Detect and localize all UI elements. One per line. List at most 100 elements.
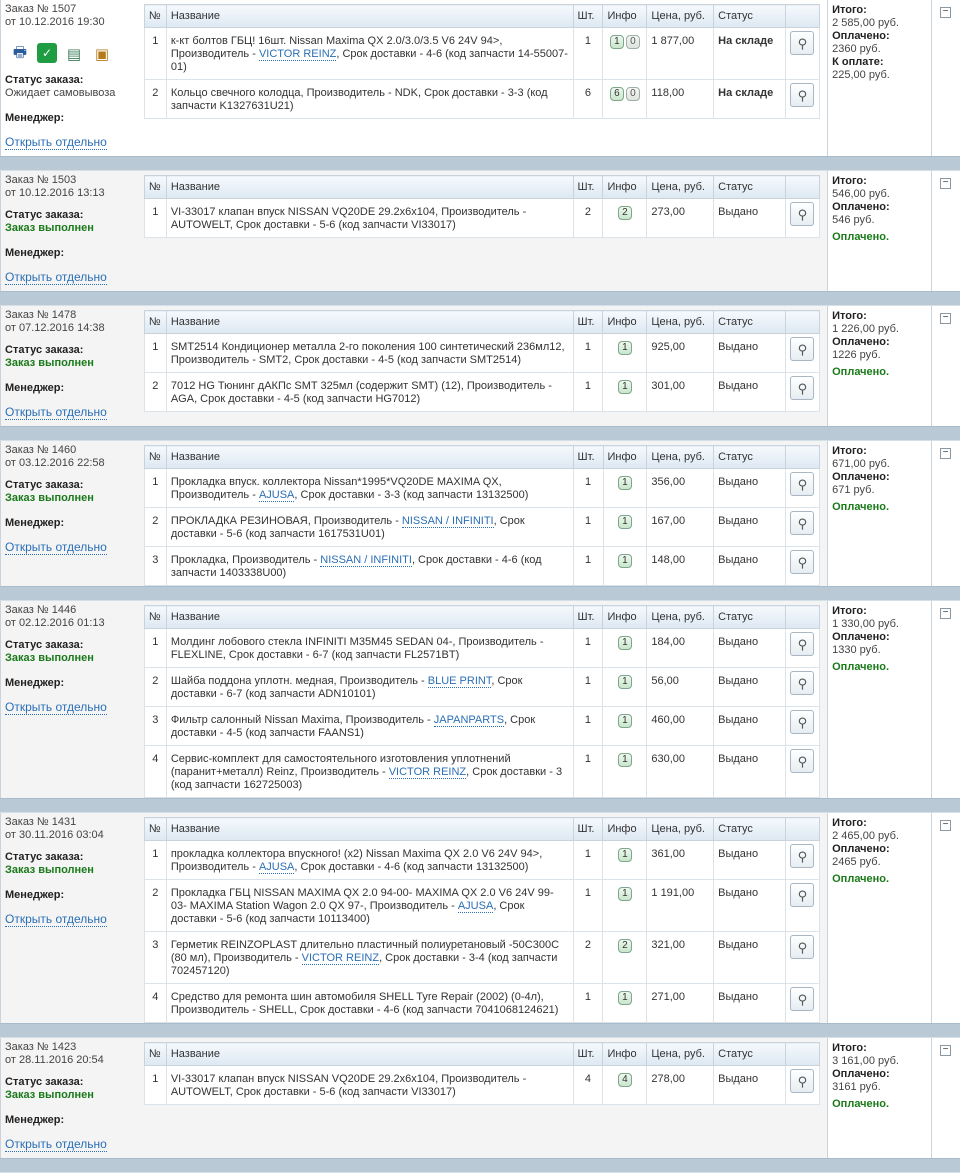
- col-action-header: [784, 310, 820, 334]
- manufacturer-link[interactable]: VICTOR REINZ: [258, 48, 337, 61]
- open-separately-link[interactable]: Открыть отдельно: [5, 271, 107, 285]
- info-badge[interactable]: 1: [617, 636, 632, 650]
- paid-value: 1226 руб.: [832, 349, 881, 361]
- info-badge[interactable]: 1: [609, 35, 624, 49]
- info-badge[interactable]: 1: [617, 991, 632, 1005]
- order-number: Заказ № 1431: [5, 816, 77, 828]
- item-number: 1: [143, 1065, 167, 1105]
- item-qty: 1: [572, 372, 604, 412]
- order-date: от 02.12.2016 01:13: [5, 617, 105, 629]
- orders-list: Заказ № 1507 от 10.12.2016 19:30 🖶 ✓ ▤ ▣ Стату…: [0, 0, 960, 1173]
- magnifier-icon[interactable]: ⚲: [790, 632, 815, 656]
- manufacturer-link[interactable]: NISSAN / INFINITI: [401, 515, 494, 528]
- info-badge[interactable]: 2: [617, 206, 632, 220]
- magnifier-icon[interactable]: ⚲: [790, 31, 815, 55]
- open-separately-link[interactable]: Открыть отдельно: [5, 1138, 107, 1152]
- info-badge[interactable]: 0: [625, 87, 640, 101]
- info-badge[interactable]: 1: [617, 476, 632, 490]
- magnifier-icon[interactable]: ⚲: [790, 550, 815, 574]
- col-qty-header: Шт.: [572, 4, 604, 28]
- order-block: Заказ № 1503 от 10.12.2016 13:13 Статус за…: [0, 171, 960, 291]
- item-status: Выдано: [713, 507, 786, 547]
- info-badge[interactable]: 2: [617, 939, 632, 953]
- order-separator: [0, 291, 960, 306]
- total-value: 671,00 руб.: [832, 458, 890, 470]
- info-badge[interactable]: 1: [617, 554, 632, 568]
- info-badge[interactable]: 1: [617, 380, 632, 394]
- col-info-header: Инфо: [602, 817, 648, 841]
- collapse-icon[interactable]: −: [940, 820, 952, 831]
- collapse-icon[interactable]: −: [940, 178, 952, 189]
- magnifier-icon[interactable]: ⚲: [790, 671, 815, 695]
- magnifier-icon[interactable]: ⚲: [790, 202, 815, 226]
- manufacturer-link[interactable]: JAPANPARTS: [433, 714, 505, 727]
- magnifier-icon[interactable]: ⚲: [790, 883, 815, 907]
- col-status-header: Статус: [713, 4, 786, 28]
- col-status-header: Статус: [713, 445, 786, 469]
- info-badge[interactable]: 1: [617, 887, 632, 901]
- order-number: Заказ № 1423: [5, 1041, 77, 1053]
- col-num-header: №: [143, 1042, 167, 1066]
- open-separately-link[interactable]: Открыть отдельно: [5, 913, 107, 927]
- magnifier-icon[interactable]: ⚲: [790, 935, 815, 959]
- magnifier-icon[interactable]: ⚲: [790, 472, 815, 496]
- item-qty: 6: [572, 79, 604, 119]
- collapse-icon[interactable]: −: [940, 313, 952, 324]
- info-badge[interactable]: 1: [617, 848, 632, 862]
- magnifier-icon[interactable]: ⚲: [790, 1069, 815, 1093]
- magnifier-icon[interactable]: ⚲: [790, 376, 815, 400]
- sberbank-icon[interactable]: ✓: [37, 43, 57, 63]
- printer-icon[interactable]: 🖶: [9, 43, 31, 65]
- manufacturer-link[interactable]: BLUE PRINT: [427, 675, 492, 688]
- item-status: Выдано: [713, 931, 786, 984]
- col-action-header: [784, 445, 820, 469]
- info-badge[interactable]: 1: [617, 753, 632, 767]
- paid-status: Оплачено.: [832, 366, 890, 378]
- magnifier-icon[interactable]: ⚲: [790, 511, 815, 535]
- item-qty: 4: [572, 1065, 604, 1105]
- open-separately-link[interactable]: Открыть отдельно: [5, 136, 107, 150]
- item-status: Выдано: [713, 546, 786, 586]
- info-badge[interactable]: 4: [617, 1073, 632, 1087]
- item-price: 184,00: [646, 628, 715, 668]
- table-row: 3 Герметик REINZOPLAST длительно пластичн…: [143, 931, 820, 984]
- package-icon[interactable]: ▣: [91, 43, 113, 65]
- bank-transfer-icon[interactable]: ▤: [63, 43, 85, 65]
- col-action-header: [784, 175, 820, 199]
- collapse-icon[interactable]: −: [940, 608, 952, 619]
- magnifier-icon[interactable]: ⚲: [790, 987, 815, 1011]
- manufacturer-link[interactable]: AJUSA: [457, 900, 494, 913]
- item-number: 2: [143, 879, 167, 932]
- info-badge[interactable]: 1: [617, 515, 632, 529]
- paid-value: 671 руб.: [832, 484, 875, 496]
- info-badge[interactable]: 1: [617, 341, 632, 355]
- manufacturer-link[interactable]: VICTOR REINZ: [301, 952, 380, 965]
- collapse-icon[interactable]: −: [940, 7, 952, 18]
- open-separately-link[interactable]: Открыть отдельно: [5, 541, 107, 555]
- info-badge[interactable]: 0: [625, 35, 640, 49]
- collapse-icon[interactable]: −: [940, 1045, 952, 1056]
- manufacturer-link[interactable]: NISSAN / INFINITI: [320, 554, 412, 567]
- table-row: 1 VI-33017 клапан впуск NISSAN VQ20DE 29.…: [143, 1065, 820, 1105]
- manufacturer-link[interactable]: VICTOR REINZ: [388, 766, 467, 779]
- magnifier-icon[interactable]: ⚲: [790, 844, 815, 868]
- item-name: Прокладка ГБЦ NISSAN MAXIMA QX 2.0 94-00…: [165, 879, 574, 932]
- info-badge[interactable]: 1: [617, 714, 632, 728]
- item-price: 301,00: [646, 372, 715, 412]
- magnifier-icon[interactable]: ⚲: [790, 337, 815, 361]
- open-separately-link[interactable]: Открыть отдельно: [5, 701, 107, 715]
- manufacturer-link[interactable]: AJUSA: [258, 489, 295, 502]
- magnifier-icon[interactable]: ⚲: [790, 749, 815, 773]
- manufacturer-link[interactable]: AJUSA: [258, 861, 295, 874]
- collapse-icon[interactable]: −: [940, 448, 952, 459]
- magnifier-icon[interactable]: ⚲: [790, 710, 815, 734]
- item-name: Прокладка впуск. коллектора Nissan*1995*…: [165, 468, 574, 508]
- col-qty-header: Шт.: [572, 175, 604, 199]
- info-badge[interactable]: 6: [609, 87, 624, 101]
- info-badge[interactable]: 1: [617, 675, 632, 689]
- magnifier-icon[interactable]: ⚲: [790, 83, 815, 107]
- order-separator: [0, 426, 960, 441]
- item-name: Фильтр салонный Nissan Maxima, Производи…: [165, 706, 574, 746]
- open-separately-link[interactable]: Открыть отдельно: [5, 406, 107, 420]
- item-qty: 1: [572, 879, 604, 932]
